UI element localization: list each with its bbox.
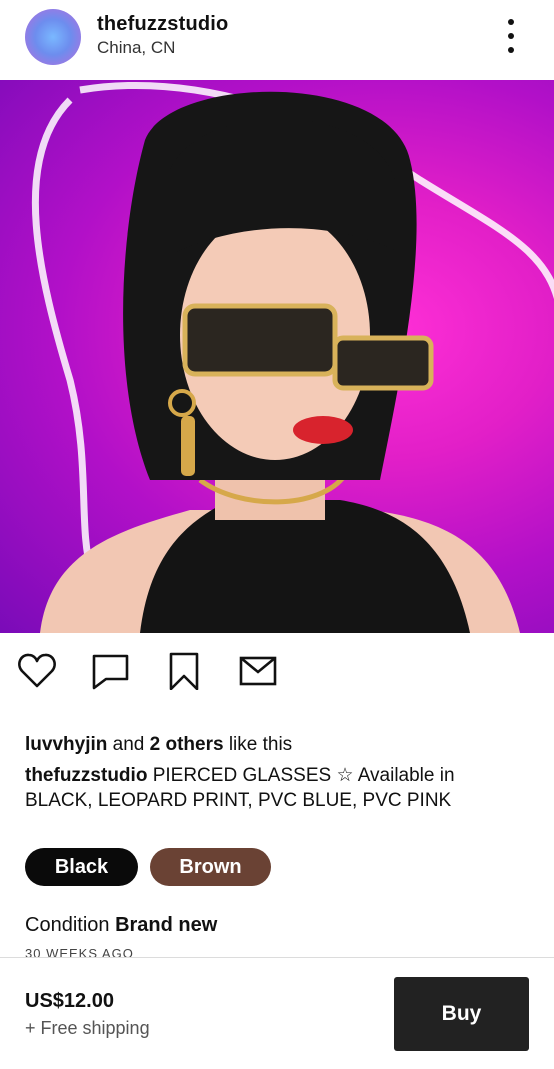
likes-summary: luvvhyjin and 2 others like this <box>25 734 292 756</box>
heart-icon[interactable] <box>17 650 61 694</box>
post-caption: thefuzzstudio PIERCED GLASSES ☆ Availabl… <box>25 763 525 813</box>
product-photo[interactable] <box>0 80 554 633</box>
more-vertical-icon[interactable] <box>500 16 522 56</box>
condition-value: Brand new <box>115 914 218 936</box>
liker-username[interactable]: luvvhyjin <box>25 734 107 755</box>
variant-chip-black[interactable]: Black <box>25 848 138 886</box>
condition-label: Condition <box>25 914 116 936</box>
avatar[interactable] <box>25 9 81 65</box>
mail-icon[interactable] <box>238 650 282 694</box>
action-bar <box>0 650 554 706</box>
location: China, CN <box>97 38 176 57</box>
price: US$12.00 <box>25 990 114 1012</box>
bookmark-icon[interactable] <box>165 650 209 694</box>
post-header: thefuzzstudio China, CN <box>0 0 554 78</box>
shipping-info: + Free shipping <box>25 1018 150 1038</box>
buy-button[interactable]: Buy <box>394 977 529 1051</box>
likes-suffix: like this <box>223 734 293 755</box>
caption-author[interactable]: thefuzzstudio <box>25 765 147 786</box>
variant-chip-brown[interactable]: Brown <box>150 848 271 886</box>
likes-and: and <box>107 734 150 755</box>
comment-icon[interactable] <box>91 650 135 694</box>
likes-others[interactable]: 2 others <box>150 734 224 755</box>
condition: Condition Brand new <box>25 914 217 937</box>
username[interactable]: thefuzzstudio <box>97 13 228 36</box>
purchase-bar: US$12.00 + Free shipping Buy <box>0 957 554 1069</box>
